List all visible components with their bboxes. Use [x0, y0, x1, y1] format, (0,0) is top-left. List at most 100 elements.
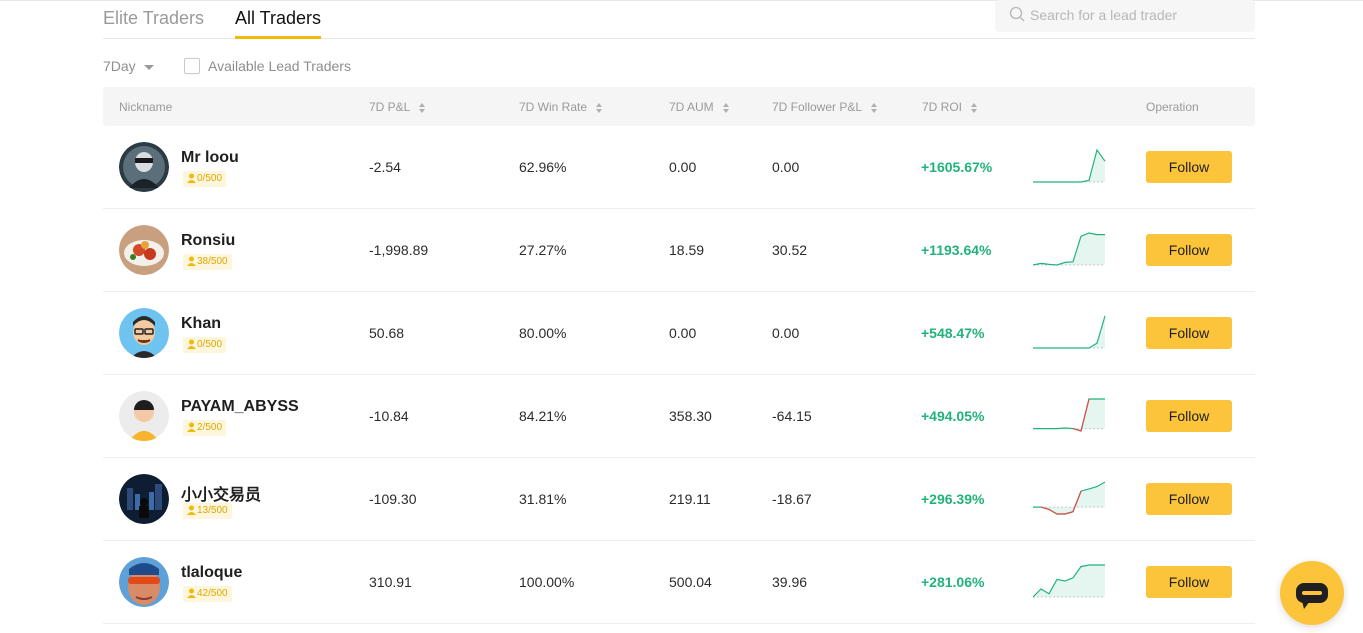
active-tab-indicator — [235, 36, 321, 39]
roi-value: +494.05% — [921, 408, 985, 424]
roi-chart — [1031, 146, 1107, 186]
win-rate-value: 80.00% — [519, 325, 567, 341]
city-night-avatar[interactable] — [119, 474, 169, 524]
roi-sparkline — [1033, 148, 1106, 183]
roi-chart — [1031, 312, 1107, 352]
pnl-value: 50.68 — [369, 325, 405, 341]
trader-row[interactable]: PAYAM_ABYSS 2/500 -10.84 84.21% 358.30 -64.15… — [103, 375, 1255, 458]
follow-button[interactable]: Follow — [1146, 234, 1232, 266]
person-icon — [187, 339, 197, 350]
roi-chart — [1031, 478, 1107, 518]
follower-count-badge: 0/500 — [183, 337, 227, 353]
trader-row[interactable]: Khan 0/500 50.68 80.00% 0.00 0.00 +548.47% Foll… — [103, 292, 1255, 375]
sort-icon[interactable] — [871, 102, 878, 113]
pnl-value: -109.30 — [369, 491, 417, 507]
col-nickname: Nickname — [119, 100, 172, 114]
trader-nickname[interactable]: 小小交易员 — [181, 481, 261, 505]
trader-row[interactable]: Ronsiu 38/500 -1,998.89 27.27% 18.59 30.52 +11… — [103, 209, 1255, 292]
person-icon — [187, 173, 197, 184]
masked-trader-avatar[interactable] — [119, 142, 169, 192]
trader-nickname[interactable]: Khan — [181, 315, 221, 333]
follower-pnl-value: 0.00 — [772, 159, 800, 175]
roi-sparkline — [1033, 398, 1105, 432]
cartoon-man-glasses-avatar[interactable] — [119, 308, 169, 358]
trader-nickname[interactable]: Ronsiu — [181, 232, 235, 250]
trader-nickname[interactable]: PAYAM_ABYSS — [181, 398, 299, 416]
roi-value: +1193.64% — [921, 242, 992, 258]
aum-value: 358.30 — [669, 408, 712, 424]
sort-icon[interactable] — [419, 102, 426, 113]
trader-list: Mr loou 0/500 -2.54 62.96% 0.00 0.00 +1605.67%… — [103, 126, 1255, 624]
available-lead-traders-checkbox[interactable] — [184, 58, 200, 74]
roi-chart — [1031, 229, 1107, 269]
follower-count: 42/500 — [197, 588, 228, 599]
roi-sparkline — [1032, 232, 1105, 266]
roi-value: +296.39% — [921, 491, 985, 507]
follower-count: 38/500 — [197, 256, 228, 267]
follower-pnl-value: 39.96 — [772, 574, 808, 590]
follower-count-badge: 2/500 — [183, 420, 227, 436]
win-rate-value: 27.27% — [519, 242, 567, 258]
search-icon — [1009, 6, 1025, 22]
follow-button[interactable]: Follow — [1146, 483, 1232, 515]
col-aum[interactable]: 7D AUM — [669, 100, 729, 114]
sparkline-area — [1033, 316, 1105, 348]
pnl-value: 310.91 — [369, 574, 412, 590]
person-icon — [187, 588, 197, 599]
col-pnl[interactable]: 7D P&L — [369, 100, 426, 114]
person-icon — [187, 505, 197, 516]
period-dropdown[interactable]: 7Day — [103, 58, 154, 74]
sort-icon[interactable] — [596, 102, 603, 113]
trader-nickname[interactable]: Mr loou — [181, 149, 239, 167]
sort-icon[interactable] — [722, 102, 729, 113]
roi-chart — [1031, 561, 1107, 601]
col-nickname-label: Nickname — [119, 100, 173, 114]
chat-button[interactable] — [1280, 561, 1344, 625]
available-lead-traders-label[interactable]: Available Lead Traders — [208, 58, 351, 74]
follow-button[interactable]: Follow — [1146, 151, 1232, 183]
sort-icon[interactable] — [971, 102, 978, 113]
trader-row[interactable]: tlaloque 42/500 310.91 100.00% 500.04 39.96 +2… — [103, 541, 1255, 624]
pnl-value: -1,998.89 — [369, 242, 429, 258]
win-rate-value: 84.21% — [519, 408, 567, 424]
sparkline-area — [1033, 565, 1105, 597]
col-aum-label: 7D AUM — [669, 100, 714, 114]
tab-all-traders[interactable]: All Traders — [235, 8, 321, 29]
roi-chart — [1031, 395, 1107, 435]
tab-elite-traders[interactable]: Elite Traders — [103, 8, 204, 29]
roi-sparkline — [1033, 481, 1106, 515]
win-rate-value: 100.00% — [519, 574, 575, 590]
follower-count-badge: 13/500 — [183, 503, 232, 519]
col-follower-pnl-label: 7D Follower P&L — [772, 100, 863, 114]
follower-count: 0/500 — [197, 173, 223, 184]
aum-value: 219.11 — [669, 491, 711, 507]
follow-button[interactable]: Follow — [1146, 566, 1232, 598]
roi-sparkline — [1032, 564, 1105, 598]
follow-button[interactable]: Follow — [1146, 400, 1232, 432]
follower-pnl-value: 0.00 — [772, 325, 800, 341]
aum-value: 0.00 — [669, 325, 697, 341]
trader-row[interactable]: 小小交易员 13/500 -109.30 31.81% 219.11 -18.67 +296… — [103, 458, 1255, 541]
col-win-rate[interactable]: 7D Win Rate — [519, 100, 603, 114]
roi-value: +548.47% — [921, 325, 985, 341]
col-operation: Operation — [1146, 100, 1199, 114]
search-input[interactable]: Search for a lead trader — [995, 0, 1255, 32]
trader-nickname[interactable]: tlaloque — [181, 564, 242, 582]
default-person-avatar[interactable] — [119, 391, 169, 441]
food-plate-avatar[interactable] — [119, 225, 169, 275]
col-follower-pnl[interactable]: 7D Follower P&L — [772, 100, 878, 114]
follower-pnl-value: -18.67 — [772, 491, 812, 507]
follow-button[interactable]: Follow — [1146, 317, 1232, 349]
table-header: Nickname 7D P&L 7D Win Rate 7D AUM 7D Fo… — [103, 87, 1255, 126]
col-pnl-label: 7D P&L — [369, 100, 411, 114]
sunglasses-man-avatar[interactable] — [119, 557, 169, 607]
period-value: 7Day — [103, 58, 136, 74]
trader-row[interactable]: Mr loou 0/500 -2.54 62.96% 0.00 0.00 +1605.67%… — [103, 126, 1255, 209]
sparkline-area — [1033, 150, 1105, 182]
win-rate-value: 62.96% — [519, 159, 567, 175]
chevron-down-icon — [143, 64, 154, 70]
follower-count-badge: 0/500 — [183, 171, 227, 187]
col-roi[interactable]: 7D ROI — [922, 100, 978, 114]
sparkline-area — [1033, 233, 1105, 265]
follower-pnl-value: -64.15 — [772, 408, 812, 424]
